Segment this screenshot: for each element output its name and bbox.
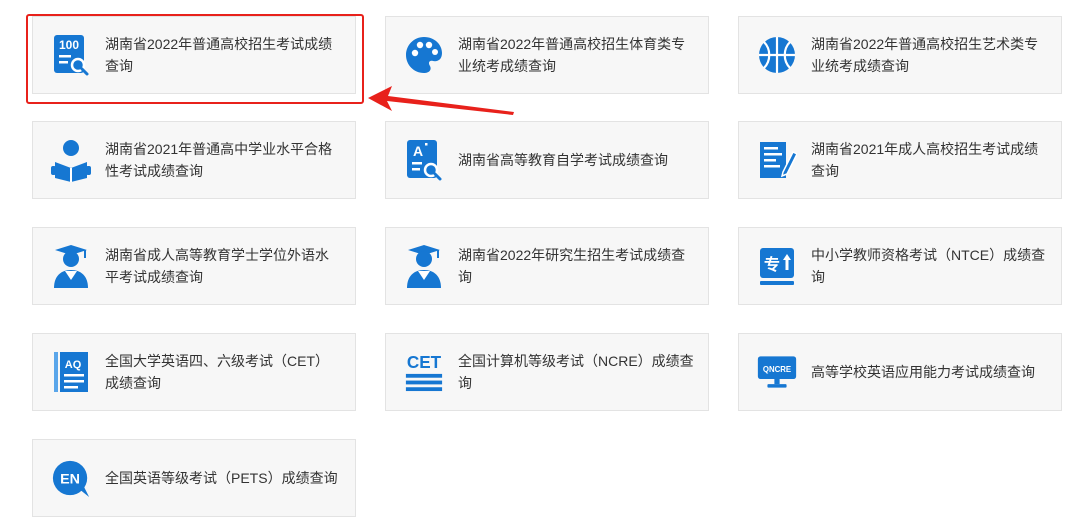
- svg-text:QNCRE: QNCRE: [763, 365, 791, 374]
- document-pen-icon: [757, 138, 797, 182]
- svg-text:CET: CET: [407, 352, 442, 372]
- card-label: 全国英语等级考试（PETS）成绩查询: [105, 470, 338, 486]
- svg-text:AQ: AQ: [65, 359, 82, 371]
- qncre-monitor-icon: QNCRE: [757, 350, 797, 394]
- card-hn-2021-adult[interactable]: 湖南省2021年成人高校招生考试成绩查询: [738, 121, 1062, 199]
- card-label: 湖南省2022年普通高校招生艺术类专业统考成绩查询: [811, 36, 1039, 74]
- svg-text:专: 专: [764, 255, 780, 274]
- card-ntce[interactable]: 专 中小学教师资格考试（NTCE）成绩查询: [738, 227, 1062, 305]
- card-label: 高等学校英语应用能力考试成绩查询: [811, 364, 1035, 380]
- card-label: 全国大学英语四、六级考试（CET）成绩查询: [105, 353, 329, 391]
- card-ncre[interactable]: CET 全国计算机等级考试（NCRE）成绩查询: [385, 333, 709, 411]
- card-cet[interactable]: AQ 全国大学英语四、六级考试（CET）成绩查询: [32, 333, 356, 411]
- cet-icon: CET: [404, 350, 444, 394]
- graduate-icon: [51, 244, 91, 288]
- graduate-icon: [404, 244, 444, 288]
- card-label: 中小学教师资格考试（NTCE）成绩查询: [811, 247, 1046, 285]
- card-pretco[interactable]: QNCRE 高等学校英语应用能力考试成绩查询: [738, 333, 1062, 411]
- card-hn-zixue[interactable]: A 湖南省高等教育自学考试成绩查询: [385, 121, 709, 199]
- book-aq-icon: AQ: [51, 350, 91, 394]
- teacher-cert-icon: 专: [757, 244, 797, 288]
- card-hn-2022-arts[interactable]: 湖南省2022年普通高校招生艺术类专业统考成绩查询: [738, 16, 1062, 94]
- svg-text:100: 100: [59, 38, 79, 52]
- svg-text:EN: EN: [60, 472, 80, 488]
- card-label: 湖南省2022年研究生招生考试成绩查询: [458, 247, 686, 285]
- card-label: 湖南省成人高等教育学士学位外语水平考试成绩查询: [105, 247, 329, 285]
- card-label: 湖南省2022年普通高校招生考试成绩查询: [105, 36, 333, 74]
- palette-icon: [404, 33, 444, 77]
- card-hn-adult-degree-lang[interactable]: 湖南省成人高等教育学士学位外语水平考试成绩查询: [32, 227, 356, 305]
- card-hn-2021-xueye[interactable]: 湖南省2021年普通高中学业水平合格性考试成绩查询: [32, 121, 356, 199]
- reader-icon: [51, 138, 91, 182]
- card-label: 全国计算机等级考试（NCRE）成绩查询: [458, 353, 694, 391]
- card-label: 湖南省高等教育自学考试成绩查询: [458, 152, 668, 168]
- card-pets[interactable]: EN 全国英语等级考试（PETS）成绩查询: [32, 439, 356, 517]
- card-label: 湖南省2021年成人高校招生考试成绩查询: [811, 141, 1039, 179]
- en-bubble-icon: EN: [51, 456, 91, 500]
- card-hn-2022-gaokao[interactable]: 100 湖南省2022年普通高校招生考试成绩查询: [32, 16, 356, 94]
- card-label: 湖南省2022年普通高校招生体育类专业统考成绩查询: [458, 36, 686, 74]
- card-hn-2022-sports[interactable]: 湖南省2022年普通高校招生体育类专业统考成绩查询: [385, 16, 709, 94]
- card-hn-2022-grad[interactable]: 湖南省2022年研究生招生考试成绩查询: [385, 227, 709, 305]
- self-study-icon: A: [404, 138, 444, 182]
- basketball-icon: [757, 33, 797, 77]
- svg-text:A: A: [413, 143, 423, 159]
- score-100-icon: 100: [51, 33, 91, 77]
- card-label: 湖南省2021年普通高中学业水平合格性考试成绩查询: [105, 141, 333, 179]
